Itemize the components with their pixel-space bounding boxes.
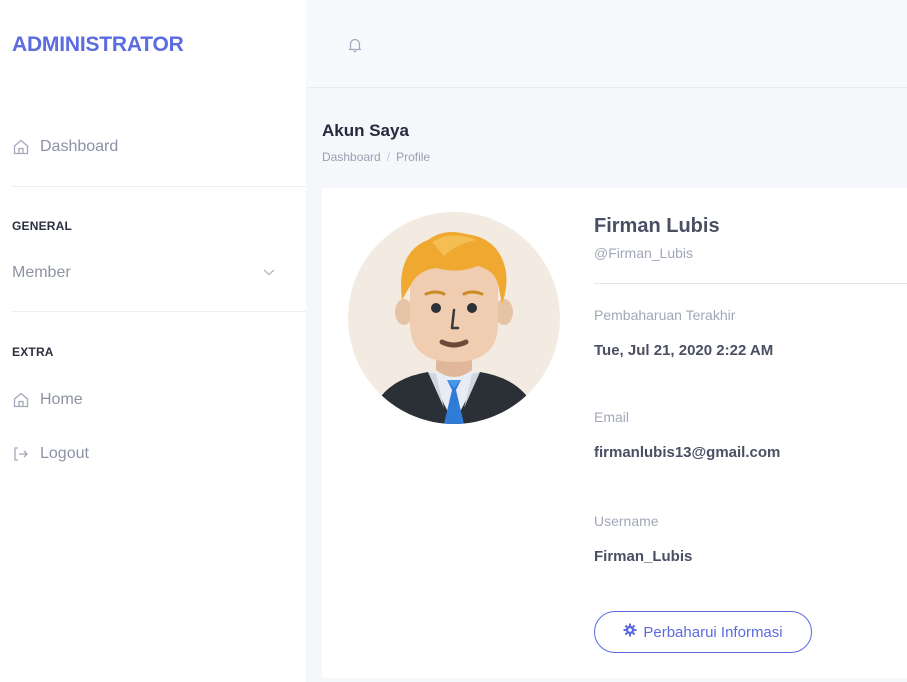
last-update-label: Pembaharuan Terakhir [594,307,736,323]
update-info-button-label: Perbaharui Informasi [643,623,783,641]
sidebar-item-logout[interactable]: Logout [12,445,89,463]
gear-icon [623,623,637,641]
breadcrumb: Dashboard / Profile [322,150,430,164]
last-update-value: Tue, Jul 21, 2020 2:22 AM [594,342,774,359]
bell-icon[interactable] [346,36,364,54]
logout-icon [12,445,30,463]
sidebar-item-member[interactable]: Member [12,264,276,282]
sidebar-item-home[interactable]: Home [12,391,83,409]
divider [594,283,907,284]
update-info-button[interactable]: Perbaharui Informasi [594,611,812,653]
section-label-general: GENERAL [12,219,73,233]
divider [12,311,306,312]
page-title: Akun Saya [322,121,409,140]
breadcrumb-dashboard[interactable]: Dashboard [322,150,381,164]
profile-card: Firman Lubis @Firman_Lubis Pembaharuan T… [322,188,907,678]
profile-handle: @Firman_Lubis [594,245,694,261]
top-bar [306,0,907,88]
avatar [348,212,560,424]
home-icon [12,391,30,409]
sidebar-item-label: Dashboard [40,138,119,155]
brand-logo[interactable]: ADMINISTRATOR [12,33,184,57]
username-value: Firman_Lubis [594,548,693,565]
sidebar-item-label: Home [40,391,83,408]
sidebar: ADMINISTRATOR Dashboard GENERAL Member E… [0,0,306,682]
sidebar-item-dashboard[interactable]: Dashboard [12,138,118,156]
breadcrumb-profile: Profile [396,150,431,164]
home-icon [12,138,30,156]
email-value: firmanlubis13@gmail.com [594,444,781,461]
sidebar-item-label: Logout [40,445,89,462]
divider [12,186,306,187]
email-label: Email [594,409,630,425]
sidebar-item-label: Member [12,264,71,281]
chevron-down-icon [262,264,276,282]
section-label-extra: EXTRA [12,345,54,359]
profile-name: Firman Lubis [594,215,720,237]
username-label: Username [594,513,659,529]
breadcrumb-separator: / [386,150,391,164]
